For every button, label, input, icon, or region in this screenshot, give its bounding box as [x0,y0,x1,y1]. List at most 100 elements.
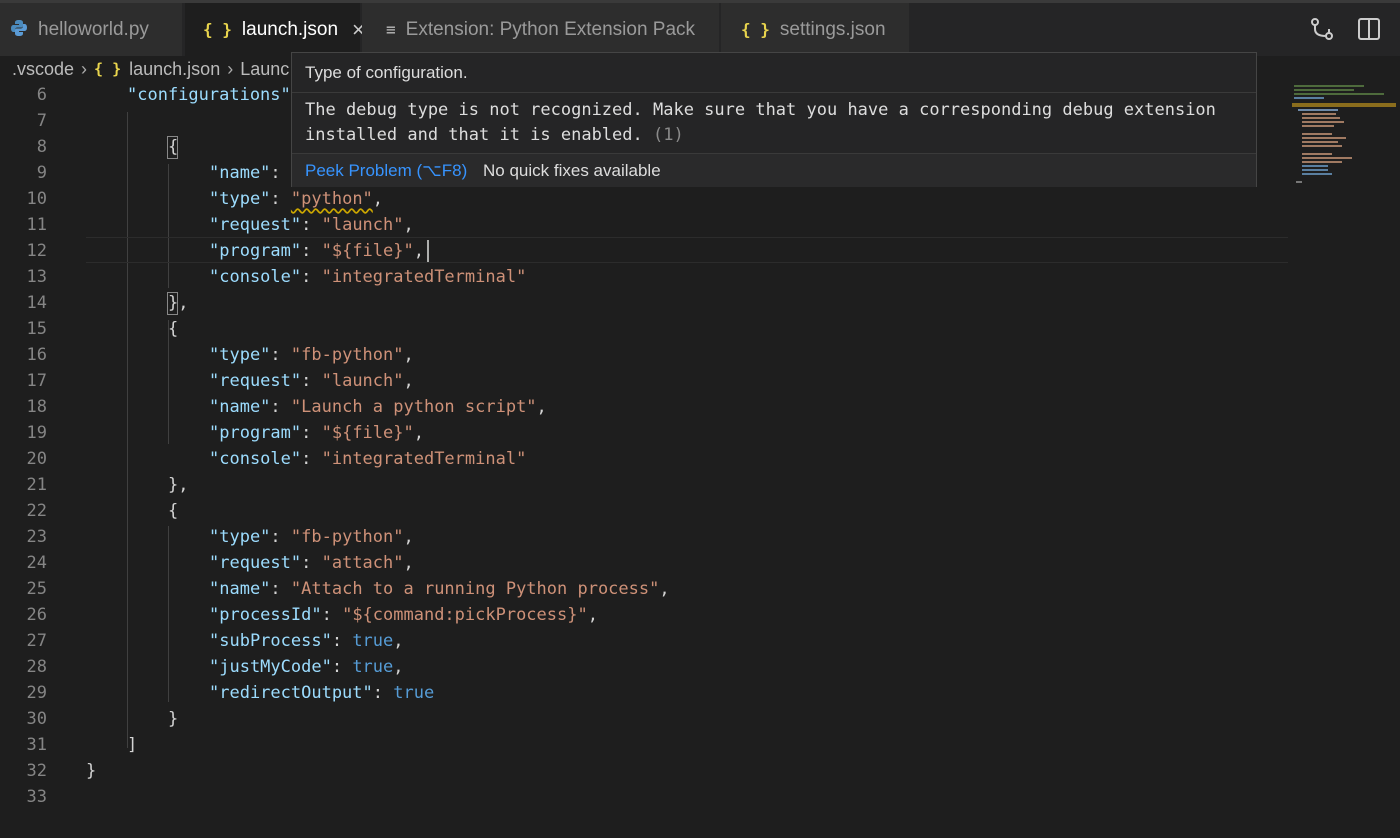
json-punctuation: : [301,449,321,469]
minimap-line [1302,137,1346,139]
code-line[interactable]: 29"redirectOutput": true [0,680,1290,706]
hover-title: Type of configuration. [305,63,468,83]
code-line[interactable]: 15{ [0,316,1290,342]
minimap-line [1302,121,1344,123]
line-content: "processId": "${command:pickProcess}", [209,602,598,628]
code-line[interactable]: 11"request": "launch", [0,212,1290,238]
bracket-match-highlight [167,136,178,159]
json-punctuation: , [588,605,598,625]
line-number: 27 [0,628,47,654]
json-punctuation: , [373,189,383,209]
tab-label: Extension: Python Extension Pack [406,19,695,41]
json-key: "type" [209,527,270,547]
breadcrumb-item-launch-json[interactable]: launch.json [129,59,220,80]
code-line[interactable]: 23 "type": "fb-python", [0,524,1290,550]
json-string-value: "${command:pickProcess}" [342,605,588,625]
code-line[interactable]: 25 "name": "Attach to a running Python pr… [0,576,1290,602]
line-number: 29 [0,680,47,706]
code-line[interactable]: 10"type": "python", [0,186,1290,212]
json-key: "processId" [209,605,322,625]
warning-squiggle[interactable]: "python" [291,189,373,209]
json-string-value: "${file}" [322,241,414,261]
minimap-line [1294,85,1364,87]
code-line[interactable]: 18 "name": "Launch a python script", [0,394,1290,420]
code-line[interactable]: 21}, [0,472,1290,498]
code-line[interactable]: 26"processId": "${command:pickProcess}", [0,602,1290,628]
line-number: 9 [0,160,47,186]
line-content: }, [168,472,188,498]
json-punctuation: : [270,527,290,547]
code-line[interactable]: 24"request": "attach", [0,550,1290,576]
tab-settings-json[interactable]: { } settings.json [721,3,909,56]
json-braces-icon: { } [203,20,232,39]
tab-helloworld-py[interactable]: helloworld.py [0,3,182,56]
code-line[interactable]: 16"type": "fb-python", [0,342,1290,368]
code-editor[interactable]: 6"configurations" 7 8{ 9"name": 10"type"… [0,82,1290,838]
tab-label: launch.json [242,19,338,41]
line-content: "name": "Attach to a running Python proc… [209,576,670,602]
minimap-line [1302,153,1332,155]
json-key: "program" [209,241,301,261]
json-string-value: "${file}" [322,423,414,443]
code-line[interactable]: 14}, [0,290,1290,316]
hover-tooltip: Type of configuration. The debug type is… [291,52,1257,187]
breadcrumb-item-launch[interactable]: Launc [240,59,289,80]
line-number: 33 [0,784,47,810]
line-number: 23 [0,524,47,550]
line-content: "type": "fb-python", [209,524,414,550]
split-editor-icon[interactable] [1355,15,1383,43]
json-string-value: "fb-python" [291,345,404,365]
json-punctuation: , [404,371,414,391]
line-content: "program": "${file}", [209,420,424,446]
code-line[interactable]: 31] [0,732,1290,758]
code-line[interactable]: 17"request": "launch", [0,368,1290,394]
code-line[interactable]: 32} [0,758,1290,784]
json-key: "type" [209,189,270,209]
source-control-compare-icon[interactable] [1308,15,1336,43]
json-punctuation: , [414,423,424,443]
line-number: 8 [0,134,47,160]
json-punctuation: , [404,345,414,365]
json-punctuation: , [537,397,547,417]
editor-tab-bar: helloworld.py { } launch.json × ≡ Extens… [0,0,1400,56]
json-punctuation: ] [127,735,137,755]
line-content: "name": "Launch a python script", [209,394,547,420]
code-line[interactable]: 13 "console": "integratedTerminal" [0,264,1290,290]
json-string-value: "fb-python" [291,527,404,547]
line-content: "request": "launch", [209,368,414,394]
extension-preview-icon: ≡ [386,20,396,39]
code-line[interactable]: 27"subProcess": true, [0,628,1290,654]
line-number: 22 [0,498,47,524]
minimap-line [1302,113,1336,115]
line-number: 13 [0,264,47,290]
json-key: "name" [209,163,270,183]
minimap[interactable] [1288,82,1400,838]
tab-launch-json[interactable]: { } launch.json × [185,3,360,56]
json-key: "justMyCode" [209,657,332,677]
json-punctuation: , [404,527,414,547]
breadcrumb-item-vscode[interactable]: .vscode [12,59,74,80]
tab-extension-python-pack[interactable]: ≡ Extension: Python Extension Pack [362,3,719,56]
line-content: "request": "launch", [209,212,414,238]
line-number: 20 [0,446,47,472]
minimap-line [1292,103,1396,107]
minimap-line [1302,117,1340,119]
json-punctuation: : [373,683,393,703]
code-line[interactable]: 28"justMyCode": true, [0,654,1290,680]
code-line[interactable]: 20"console": "integratedTerminal" [0,446,1290,472]
line-number: 25 [0,576,47,602]
peek-problem-link[interactable]: Peek Problem (⌥F8) [305,161,467,181]
code-line[interactable]: 33 [0,784,1290,810]
code-line[interactable]: 19"program": "${file}", [0,420,1290,446]
line-number: 18 [0,394,47,420]
json-braces-icon: { } [741,20,770,39]
code-line[interactable]: 30} [0,706,1290,732]
code-line[interactable]: 22{ [0,498,1290,524]
json-punctuation: , [178,293,188,313]
json-string-value: "integratedTerminal" [322,449,527,469]
minimap-line [1302,133,1332,135]
line-content: "console": "integratedTerminal" [209,264,526,290]
code-line[interactable]: 12"program": "${file}", [0,238,1290,264]
hover-status-bar: Peek Problem (⌥F8) No quick fixes availa… [292,153,1256,187]
json-punctuation: : [270,163,280,183]
